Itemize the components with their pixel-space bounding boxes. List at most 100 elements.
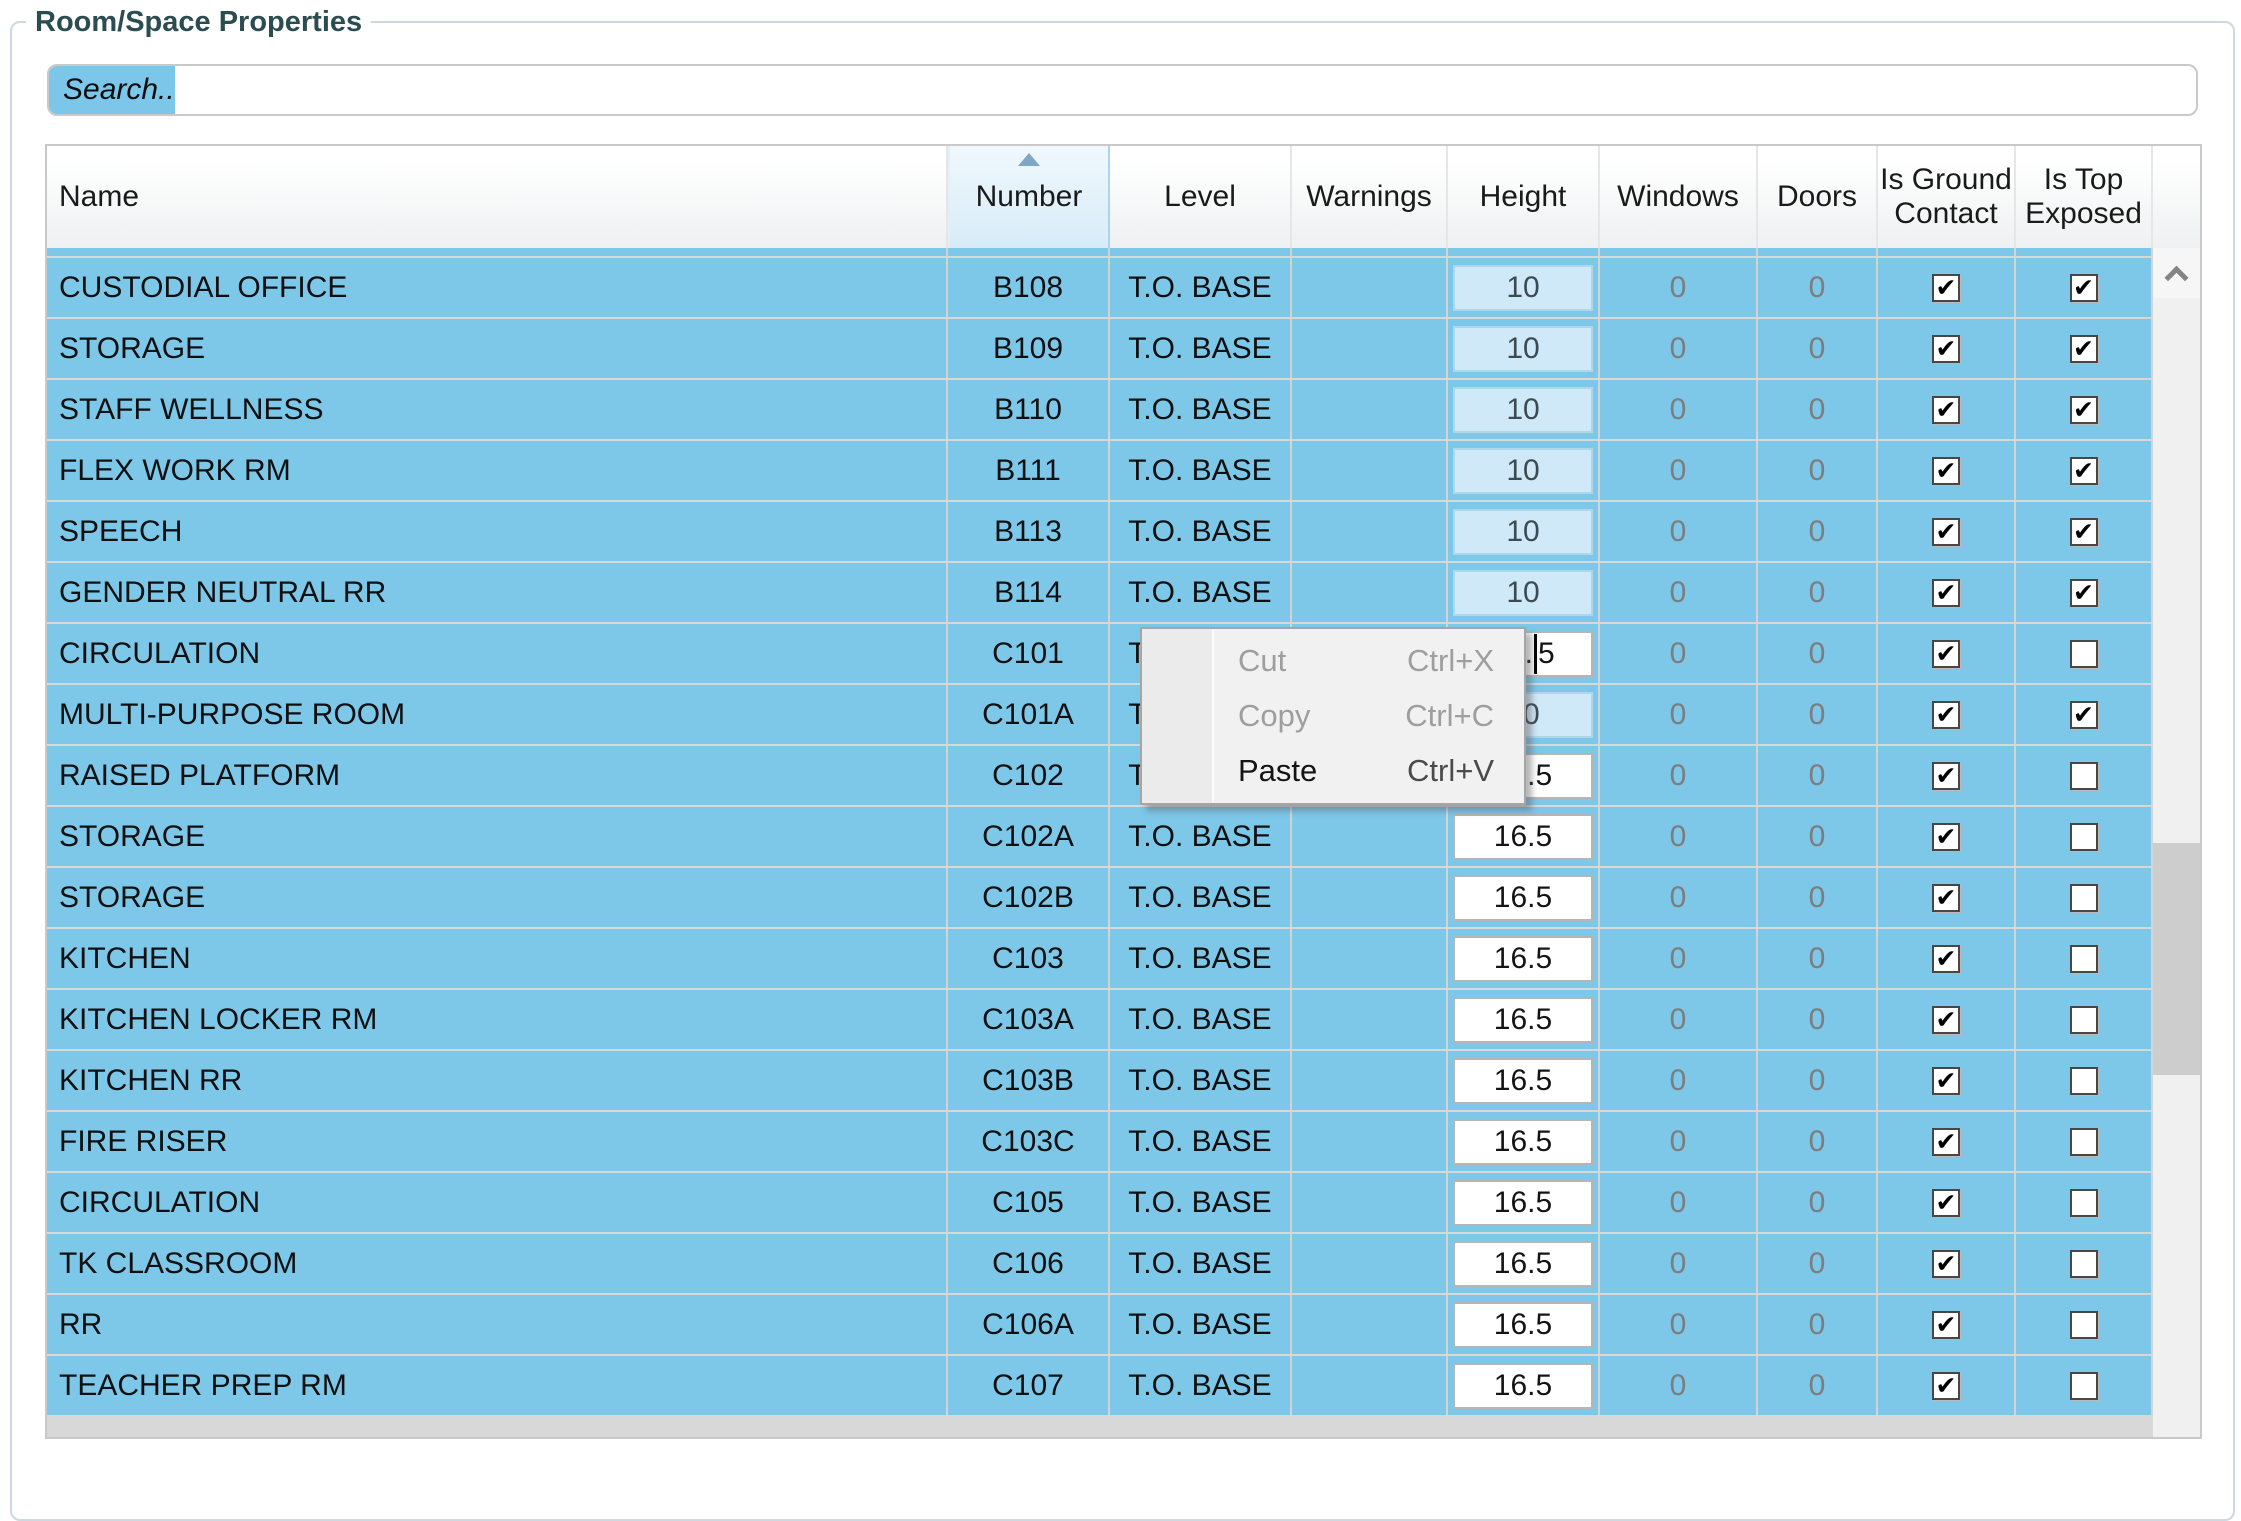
height-input[interactable]: 16.5 bbox=[1453, 1180, 1593, 1226]
column-header-is-top-exposed[interactable]: Is Top Exposed bbox=[2016, 146, 2153, 248]
height-input[interactable]: 16.5 bbox=[1453, 875, 1593, 921]
table-row[interactable]: TK CLASSROOM C106 T.O. BASE 16.5 0 0 ✔ bbox=[47, 1234, 2153, 1293]
level-cell: T.O. BASE bbox=[1110, 807, 1292, 866]
column-header-is-ground-contact[interactable]: Is Ground Contact bbox=[1878, 146, 2016, 248]
column-header-number[interactable]: Number bbox=[948, 146, 1110, 248]
is-top-exposed-checkbox[interactable]: ✔ bbox=[2070, 701, 2098, 729]
height-input[interactable]: 16.5 bbox=[1453, 1302, 1593, 1348]
column-header-name[interactable]: Name bbox=[47, 146, 948, 248]
is-ground-contact-checkbox[interactable]: ✔ bbox=[1932, 1006, 1960, 1034]
is-ground-contact-checkbox[interactable]: ✔ bbox=[1932, 823, 1960, 851]
room-number-cell: C101 bbox=[948, 624, 1110, 683]
table-row[interactable]: CUSTODIAL OFFICE B108 T.O. BASE 10 0 0 ✔… bbox=[47, 258, 2153, 317]
is-ground-contact-checkbox[interactable]: ✔ bbox=[1932, 640, 1960, 668]
is-top-exposed-checkbox[interactable] bbox=[2070, 884, 2098, 912]
is-top-exposed-checkbox[interactable] bbox=[2070, 1311, 2098, 1339]
is-top-exposed-checkbox[interactable] bbox=[2070, 1067, 2098, 1095]
is-top-exposed-checkbox[interactable] bbox=[2070, 1189, 2098, 1217]
is-ground-contact-checkbox[interactable]: ✔ bbox=[1932, 701, 1960, 729]
vertical-scrollbar[interactable] bbox=[2153, 248, 2200, 1437]
height-input[interactable]: 16.5 bbox=[1453, 1241, 1593, 1287]
context-menu-item-copy[interactable]: Copy Ctrl+C bbox=[1216, 688, 1524, 743]
is-ground-contact-checkbox[interactable]: ✔ bbox=[1932, 518, 1960, 546]
is-ground-contact-checkbox[interactable]: ✔ bbox=[1932, 457, 1960, 485]
is-ground-contact-checkbox[interactable]: ✔ bbox=[1932, 1128, 1960, 1156]
doors-count-cell: 0 bbox=[1758, 1112, 1878, 1171]
warnings-cell bbox=[1292, 258, 1448, 317]
partial-row bbox=[47, 248, 2153, 256]
is-ground-contact-checkbox[interactable]: ✔ bbox=[1932, 945, 1960, 973]
height-input[interactable]: 10 bbox=[1453, 387, 1593, 433]
context-menu-item-paste[interactable]: Paste Ctrl+V bbox=[1216, 744, 1524, 799]
table-row[interactable]: STORAGE C102A T.O. BASE 16.5 0 0 ✔ bbox=[47, 807, 2153, 866]
is-top-exposed-checkbox[interactable]: ✔ bbox=[2070, 518, 2098, 546]
is-ground-contact-checkbox[interactable]: ✔ bbox=[1932, 1311, 1960, 1339]
table-row[interactable]: STORAGE C102B T.O. BASE 16.5 0 0 ✔ bbox=[47, 868, 2153, 927]
panel-title: Room/Space Properties bbox=[26, 6, 371, 39]
level-cell: T.O. BASE bbox=[1110, 502, 1292, 561]
is-ground-contact-checkbox[interactable]: ✔ bbox=[1932, 274, 1960, 302]
table-row[interactable]: FIRE RISER C103C T.O. BASE 16.5 0 0 ✔ bbox=[47, 1112, 2153, 1171]
table-row[interactable]: STORAGE B109 T.O. BASE 10 0 0 ✔ ✔ bbox=[47, 319, 2153, 378]
height-input[interactable]: 10 bbox=[1453, 570, 1593, 616]
column-header-doors[interactable]: Doors bbox=[1758, 146, 1878, 248]
context-menu-item-cut[interactable]: Cut Ctrl+X bbox=[1216, 633, 1524, 688]
table-row[interactable]: CIRCULATION C105 T.O. BASE 16.5 0 0 ✔ bbox=[47, 1173, 2153, 1232]
context-menu: Cut Ctrl+X Copy Ctrl+C Paste Ctrl+V bbox=[1140, 627, 1526, 805]
is-top-exposed-checkbox[interactable] bbox=[2070, 640, 2098, 668]
room-name-cell: TK CLASSROOM bbox=[47, 1234, 948, 1293]
is-ground-contact-checkbox[interactable]: ✔ bbox=[1932, 1372, 1960, 1400]
is-top-exposed-checkbox[interactable] bbox=[2070, 1006, 2098, 1034]
height-input[interactable]: 10 bbox=[1453, 509, 1593, 555]
is-ground-contact-checkbox[interactable]: ✔ bbox=[1932, 1250, 1960, 1278]
is-top-exposed-checkbox[interactable] bbox=[2070, 1250, 2098, 1278]
is-ground-contact-checkbox[interactable]: ✔ bbox=[1932, 1067, 1960, 1095]
height-input[interactable]: 16.5 bbox=[1453, 1119, 1593, 1165]
is-top-exposed-checkbox[interactable] bbox=[2070, 945, 2098, 973]
table-row[interactable]: CIRCULATION C101 T.O. BASE 16.5 0 0 ✔ bbox=[47, 624, 2153, 683]
is-top-exposed-checkbox[interactable]: ✔ bbox=[2070, 579, 2098, 607]
height-input[interactable]: 16.5 bbox=[1453, 936, 1593, 982]
table-row[interactable]: GENDER NEUTRAL RR B114 T.O. BASE 10 0 0 … bbox=[47, 563, 2153, 622]
height-input[interactable]: 10 bbox=[1453, 448, 1593, 494]
table-row[interactable]: TEACHER PREP RM C107 T.O. BASE 16.5 0 0 … bbox=[47, 1356, 2153, 1415]
search-input[interactable]: Search.. bbox=[47, 64, 2198, 116]
doors-count-cell: 0 bbox=[1758, 685, 1878, 744]
is-top-exposed-checkbox[interactable]: ✔ bbox=[2070, 274, 2098, 302]
is-top-exposed-checkbox[interactable] bbox=[2070, 823, 2098, 851]
is-ground-contact-checkbox[interactable]: ✔ bbox=[1932, 335, 1960, 363]
is-ground-contact-checkbox[interactable]: ✔ bbox=[1932, 1189, 1960, 1217]
table-row[interactable]: KITCHEN RR C103B T.O. BASE 16.5 0 0 ✔ bbox=[47, 1051, 2153, 1110]
height-input[interactable]: 16.5 bbox=[1453, 997, 1593, 1043]
is-ground-contact-checkbox[interactable]: ✔ bbox=[1932, 884, 1960, 912]
is-ground-contact-checkbox[interactable]: ✔ bbox=[1932, 396, 1960, 424]
scrollbar-thumb[interactable] bbox=[2153, 843, 2200, 1075]
column-header-warnings[interactable]: Warnings bbox=[1292, 146, 1448, 248]
is-ground-contact-checkbox[interactable]: ✔ bbox=[1932, 579, 1960, 607]
table-row[interactable]: KITCHEN LOCKER RM C103A T.O. BASE 16.5 0… bbox=[47, 990, 2153, 1049]
table-row[interactable]: STAFF WELLNESS B110 T.O. BASE 10 0 0 ✔ ✔ bbox=[47, 380, 2153, 439]
scroll-up-button[interactable] bbox=[2153, 248, 2200, 298]
table-row[interactable]: SPEECH B113 T.O. BASE 10 0 0 ✔ ✔ bbox=[47, 502, 2153, 561]
is-top-exposed-checkbox[interactable]: ✔ bbox=[2070, 396, 2098, 424]
table-row[interactable]: MULTI-PURPOSE ROOM C101A T.O. BASE 10 0 … bbox=[47, 685, 2153, 744]
is-ground-contact-checkbox[interactable]: ✔ bbox=[1932, 762, 1960, 790]
column-header-height[interactable]: Height bbox=[1448, 146, 1600, 248]
table-row[interactable]: RAISED PLATFORM C102 T.O. BASE 16.5 0 0 … bbox=[47, 746, 2153, 805]
table-row[interactable]: KITCHEN C103 T.O. BASE 16.5 0 0 ✔ bbox=[47, 929, 2153, 988]
height-input[interactable]: 16.5 bbox=[1453, 1058, 1593, 1104]
windows-count-cell: 0 bbox=[1600, 1051, 1758, 1110]
height-input[interactable]: 16.5 bbox=[1453, 1363, 1593, 1409]
is-top-exposed-checkbox[interactable]: ✔ bbox=[2070, 335, 2098, 363]
height-input[interactable]: 16.5 bbox=[1453, 814, 1593, 860]
is-top-exposed-checkbox[interactable] bbox=[2070, 1128, 2098, 1156]
column-header-windows[interactable]: Windows bbox=[1600, 146, 1758, 248]
table-row[interactable]: FLEX WORK RM B111 T.O. BASE 10 0 0 ✔ ✔ bbox=[47, 441, 2153, 500]
height-input[interactable]: 10 bbox=[1453, 326, 1593, 372]
column-header-level[interactable]: Level bbox=[1110, 146, 1292, 248]
is-top-exposed-checkbox[interactable] bbox=[2070, 762, 2098, 790]
is-top-exposed-checkbox[interactable]: ✔ bbox=[2070, 457, 2098, 485]
height-input[interactable]: 10 bbox=[1453, 265, 1593, 311]
table-row[interactable]: RR C106A T.O. BASE 16.5 0 0 ✔ bbox=[47, 1295, 2153, 1354]
is-top-exposed-checkbox[interactable] bbox=[2070, 1372, 2098, 1400]
